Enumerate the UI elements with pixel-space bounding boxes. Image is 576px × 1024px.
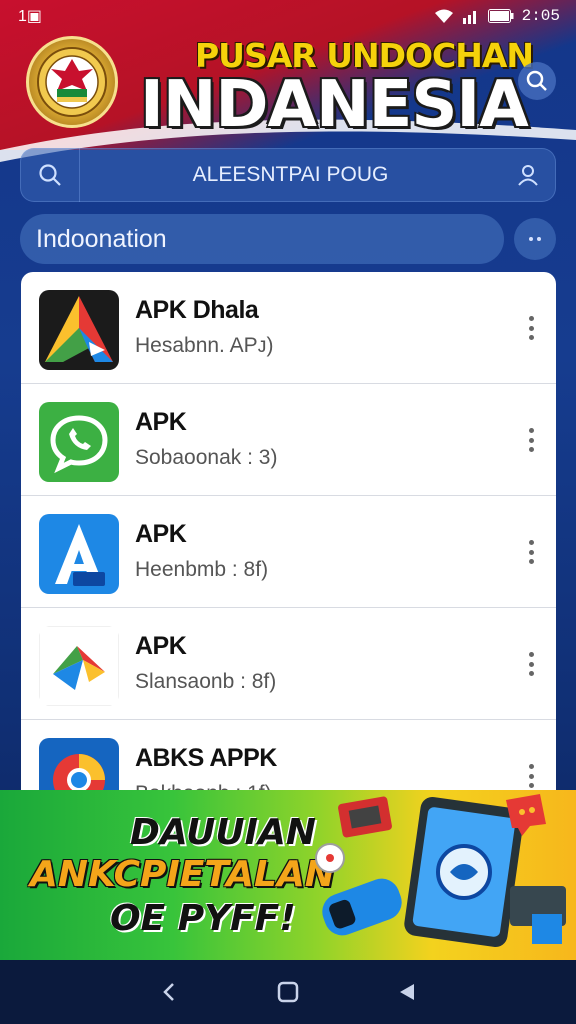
system-nav-bar (0, 960, 576, 1024)
gadgets-tablet-icon (315, 794, 566, 948)
kebab-menu-icon[interactable] (525, 316, 537, 340)
nav-recents-button[interactable] (387, 972, 427, 1012)
app-list-item[interactable]: APK Heenbmb : 8f) (21, 496, 556, 608)
garuda-emblem-icon (26, 36, 118, 128)
app-name: APK (135, 408, 187, 436)
kebab-menu-icon[interactable] (525, 652, 537, 676)
arrow-logo-icon (39, 626, 119, 706)
wifi-icon (434, 9, 453, 23)
search-input[interactable]: ALEESNTPAI POUG (80, 163, 501, 187)
status-notification-label: 1▣ (18, 8, 43, 25)
promo-banner[interactable]: DAUUIAN ANKCPIETALAN OE PYFF! (0, 790, 576, 960)
signal-icon (462, 11, 476, 24)
app-list-item[interactable]: APK Slansaonb : 8f) (21, 608, 556, 720)
header-search-button[interactable] (518, 62, 556, 100)
app-subtitle: Sobaoonak : 3) (135, 446, 278, 469)
user-button[interactable] (501, 163, 555, 187)
letter-a-icon (39, 514, 119, 594)
kebab-menu-icon[interactable] (525, 764, 537, 788)
app-name: APK (135, 520, 187, 548)
search-bar[interactable]: ALEESNTPAI POUG (20, 148, 556, 202)
user-icon (518, 165, 538, 186)
category-bar[interactable]: Indoonation (20, 214, 504, 264)
app-name: APK (135, 632, 187, 660)
search-icon (39, 164, 61, 186)
search-bar-search-button[interactable] (21, 163, 79, 187)
battery-icon (487, 9, 514, 23)
banner-line-2: ANKCPIETALAN (30, 854, 335, 895)
more-dots-icon[interactable] (514, 218, 556, 260)
app-subtitle: Hesabnn. APᴊ) (135, 334, 274, 357)
status-time: 2:05 (521, 7, 560, 25)
nav-back-button[interactable] (149, 972, 189, 1012)
app-name: ABKS APPK (135, 744, 277, 772)
home-square-icon (277, 981, 299, 1003)
category-label: Indoonation (36, 224, 167, 253)
header-title: INDANESIA (140, 68, 529, 142)
search-icon (526, 70, 547, 91)
app-subtitle: Slansaonb : 8f) (135, 670, 277, 693)
app-list-item[interactable]: APK Dhala Hesabnn. APᴊ) (21, 272, 556, 384)
chevron-left-icon (163, 983, 175, 1001)
app-name: APK Dhala (135, 296, 259, 324)
nav-home-button[interactable] (268, 972, 308, 1012)
status-bar: 1▣ 2:05 (0, 0, 576, 32)
app-list-item[interactable]: APK Sobaoonak : 3) (21, 384, 556, 496)
banner-line-3: OE PYFF! (110, 898, 296, 939)
triangle-left-icon (399, 984, 414, 1000)
kebab-menu-icon[interactable] (525, 428, 537, 452)
play-triangle-icon (39, 290, 119, 370)
chat-bubble-icon (39, 402, 119, 482)
app-list: APK Dhala Hesabnn. APᴊ) APK Sobaoonak : … (21, 272, 556, 802)
kebab-menu-icon[interactable] (525, 540, 537, 564)
app-subtitle: Heenbmb : 8f) (135, 558, 269, 581)
banner-line-1: DAUUIAN (130, 812, 316, 853)
